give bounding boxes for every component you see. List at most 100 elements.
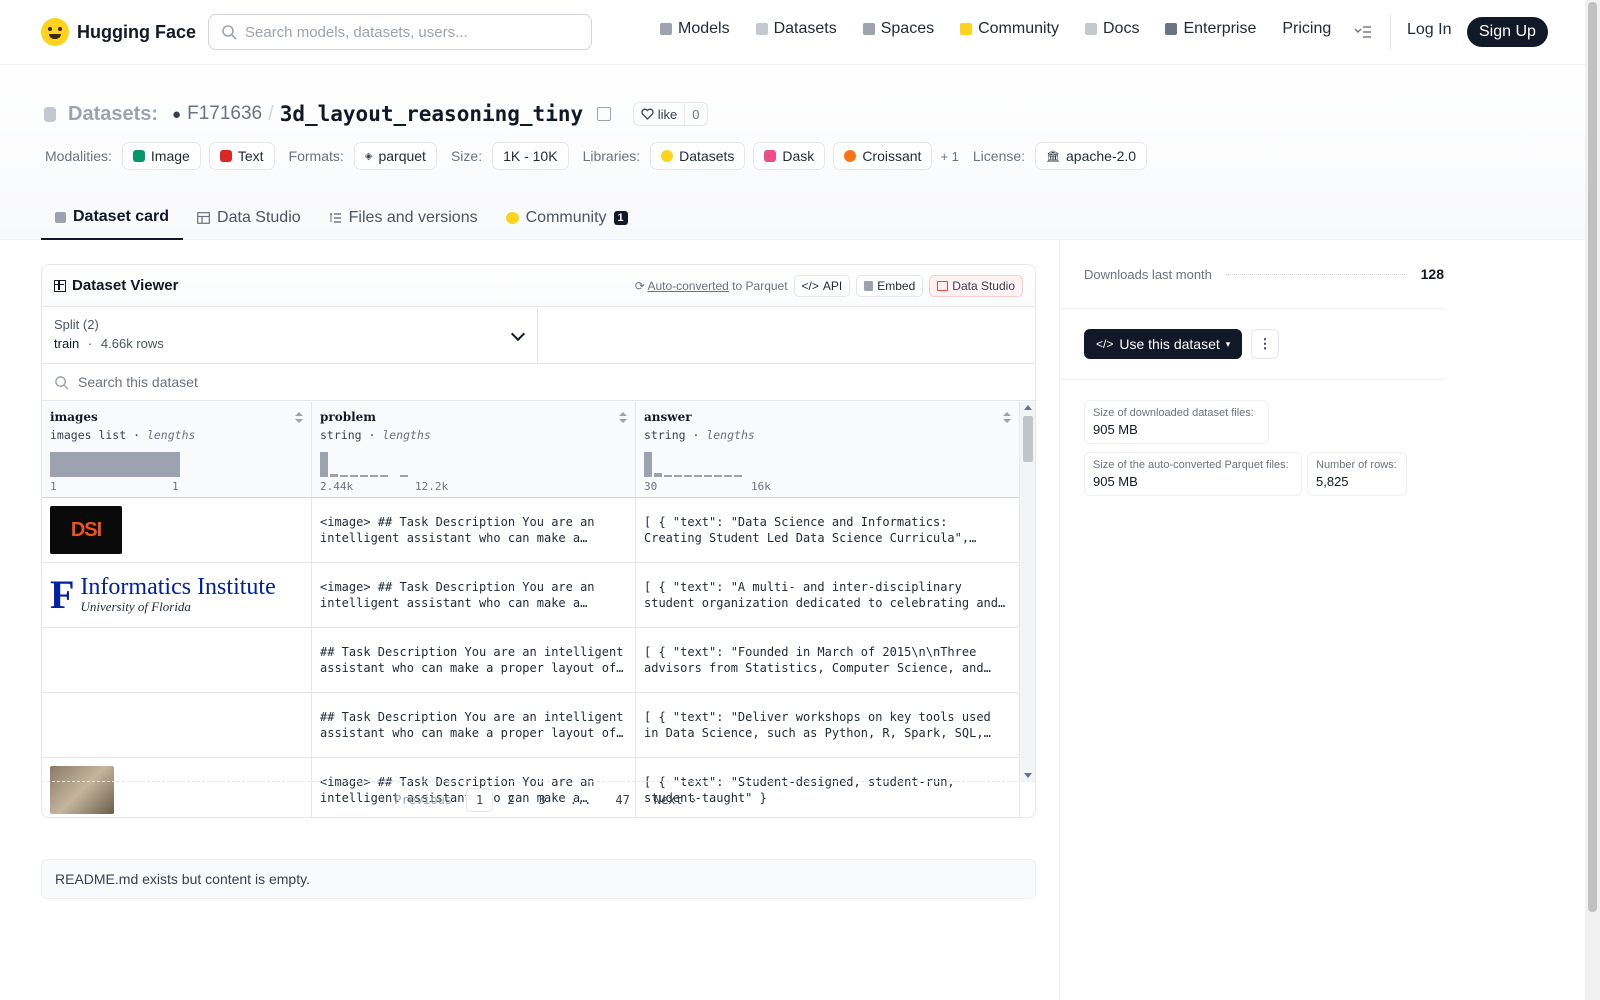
table-row[interactable]: F Informatics Institute University of Flor… [42,563,1020,628]
nav-item-datasets[interactable]: Datasets [755,20,837,38]
nav-item-spaces[interactable]: Spaces [862,20,934,38]
nav-item-community[interactable]: Community [960,20,1059,38]
previous-page-button[interactable]: ‹ Previous [370,789,462,811]
sort-icon[interactable] [619,412,627,424]
data-studio-button[interactable]: Data Studio [929,274,1023,297]
format-tag-parquet[interactable]: ◈ parquet [353,142,437,170]
modality-tag-text[interactable]: Text [208,142,275,170]
signup-button[interactable]: Sign Up [1467,17,1548,47]
library-tag-dask[interactable]: Dask [753,142,826,170]
split-row-count: 4.66k rows [100,336,164,351]
histogram-min-label: 1 [50,480,57,493]
tab-files-and-versions[interactable]: Files and versions [315,196,492,240]
stat-label: Size of downloaded dataset files: [1093,407,1254,419]
dataset-viewer-header: Dataset Viewer ⟳ Auto-converted to Parqu… [42,265,1035,307]
previous-label: Previous [394,792,453,807]
sort-icon[interactable] [1003,412,1011,424]
tab-community[interactable]: Community 1 [492,196,642,240]
dataset-search-box[interactable] [42,364,1035,401]
main-nav-links: Models Datasets Spaces Community Docs Enterpr… [660,20,1357,38]
next-page-button[interactable]: Next › [644,789,707,811]
page-button-3[interactable]: 3 [528,789,555,811]
repo-owner-link[interactable]: F171636 [187,103,262,125]
page-button-47[interactable]: 47 [605,789,639,811]
nav-item-enterprise[interactable]: Enterprise [1165,20,1256,38]
global-search-input[interactable] [245,23,575,41]
scroll-down-arrow-icon[interactable] [1024,773,1032,778]
text-icon [219,150,232,162]
table-row[interactable]: ## Task Description You are an intellige… [42,693,1020,758]
column-type-text: string [320,428,362,442]
tab-data-studio[interactable]: Data Studio [183,196,315,240]
cell-problem[interactable]: <image> ## Task Description You are an i… [312,563,636,627]
cell-answer[interactable]: [ { "text": "Founded in March of 2015\n\… [636,628,1020,692]
cell-text: [ { "text": "Founded in March of 2015\n\… [644,645,984,675]
split-name: train [54,336,80,351]
table-row[interactable]: DSI <image> ## Task Description You are a… [42,498,1020,563]
split-dropdown[interactable]: Split (2) train · 4.66k rows [42,307,538,363]
cell-answer[interactable]: [ { "text": "Data Science and Informatic… [636,498,1020,562]
sort-icon[interactable] [295,412,303,424]
column-header-problem[interactable]: problem string · lengths 2.44k 12.2k [312,402,636,497]
tab-dataset-card[interactable]: Dataset card [41,196,184,240]
nav-item-pricing[interactable]: Pricing [1282,20,1331,38]
stat-value: 905 MB [1093,422,1138,437]
column-header-images[interactable]: images images list · lengths 1 1 [42,402,312,497]
more-options-button[interactable]: ⋮ [1251,329,1279,359]
api-button[interactable]: </> API [793,274,851,297]
cell-images[interactable]: F Informatics Institute University of Flor… [42,563,312,627]
cell-problem[interactable]: ## Task Description You are an intellige… [312,693,636,757]
cell-answer[interactable]: [ { "text": "Deliver workshops on key to… [636,693,1020,757]
cell-images[interactable]: DSI [42,498,312,562]
path-separator: / [268,102,274,125]
copy-icon[interactable] [597,107,612,121]
histogram-min-label: 2.44k [320,480,354,493]
modality-tag-image[interactable]: Image [121,142,201,170]
page-button-2[interactable]: 2 [497,789,524,811]
page-scrollbar-thumb[interactable] [1588,2,1597,912]
cell-problem[interactable]: ## Task Description You are an intellige… [312,628,636,692]
repo-tabs: Dataset card Data Studio Files and versi… [41,196,642,240]
more-menu-icon[interactable] [1354,24,1372,40]
like-button[interactable]: like 0 [633,102,708,126]
nav-item-docs[interactable]: Docs [1085,20,1139,38]
histogram-bar [400,475,408,477]
login-link[interactable]: Log In [1407,21,1451,39]
cell-images[interactable] [42,628,312,692]
size-tag[interactable]: 1K - 10K [492,142,569,170]
dsi-logo-thumbnail[interactable]: DSI [50,506,122,554]
page-scrollbar[interactable] [1585,0,1600,1000]
uf-informatics-logo-thumbnail[interactable]: F Informatics Institute University of Flor… [50,571,303,619]
auto-converted-link[interactable]: Auto-converted [647,279,728,293]
column-type-text: images list [50,428,127,442]
repo-name-link[interactable]: 3d_layout_reasoning_tiny [280,102,583,126]
scrollbar-thumb[interactable] [1023,416,1033,462]
use-this-dataset-button[interactable]: </> Use this dataset ▾ [1084,329,1243,359]
dataset-card-icon [55,211,66,223]
histogram-max-label: 16k [751,480,771,493]
datasets-section-link[interactable]: Datasets: [68,103,158,126]
table-row[interactable]: ## Task Description You are an intellige… [42,628,1020,693]
repo-title-row: Datasets: ● F171636 / 3d_layout_reasonin… [44,102,708,126]
brand-logo-link[interactable]: Hugging Face [41,18,196,46]
library-tag-datasets[interactable]: Datasets [650,142,746,170]
dask-icon [764,150,777,162]
more-libraries-link[interactable]: + 1 [940,149,958,164]
database-icon [755,23,768,35]
cell-problem[interactable]: <image> ## Task Description You are an i… [312,498,636,562]
enterprise-icon [1165,23,1178,35]
table-scrollbar[interactable] [1019,402,1035,781]
page-button-1[interactable]: 1 [466,787,494,812]
library-tag-croissant[interactable]: Croissant [833,142,933,170]
pagination: ‹ Previous 1 2 3 ... 47 Next › [42,781,1035,817]
dataset-search-input[interactable] [78,374,678,390]
cell-answer[interactable]: [ { "text": "A multi- and inter-discipli… [636,563,1020,627]
column-header-answer[interactable]: answer string · lengths 30 16k [636,402,1020,497]
scroll-up-arrow-icon[interactable] [1024,405,1032,410]
uf-university-name: University of Florida [80,599,191,614]
license-tag[interactable]: 🏛 apache-2.0 [1035,142,1148,170]
embed-button[interactable]: Embed [856,274,924,297]
global-search-box[interactable] [208,14,592,50]
cell-images[interactable] [42,693,312,757]
nav-item-models[interactable]: Models [660,20,730,38]
